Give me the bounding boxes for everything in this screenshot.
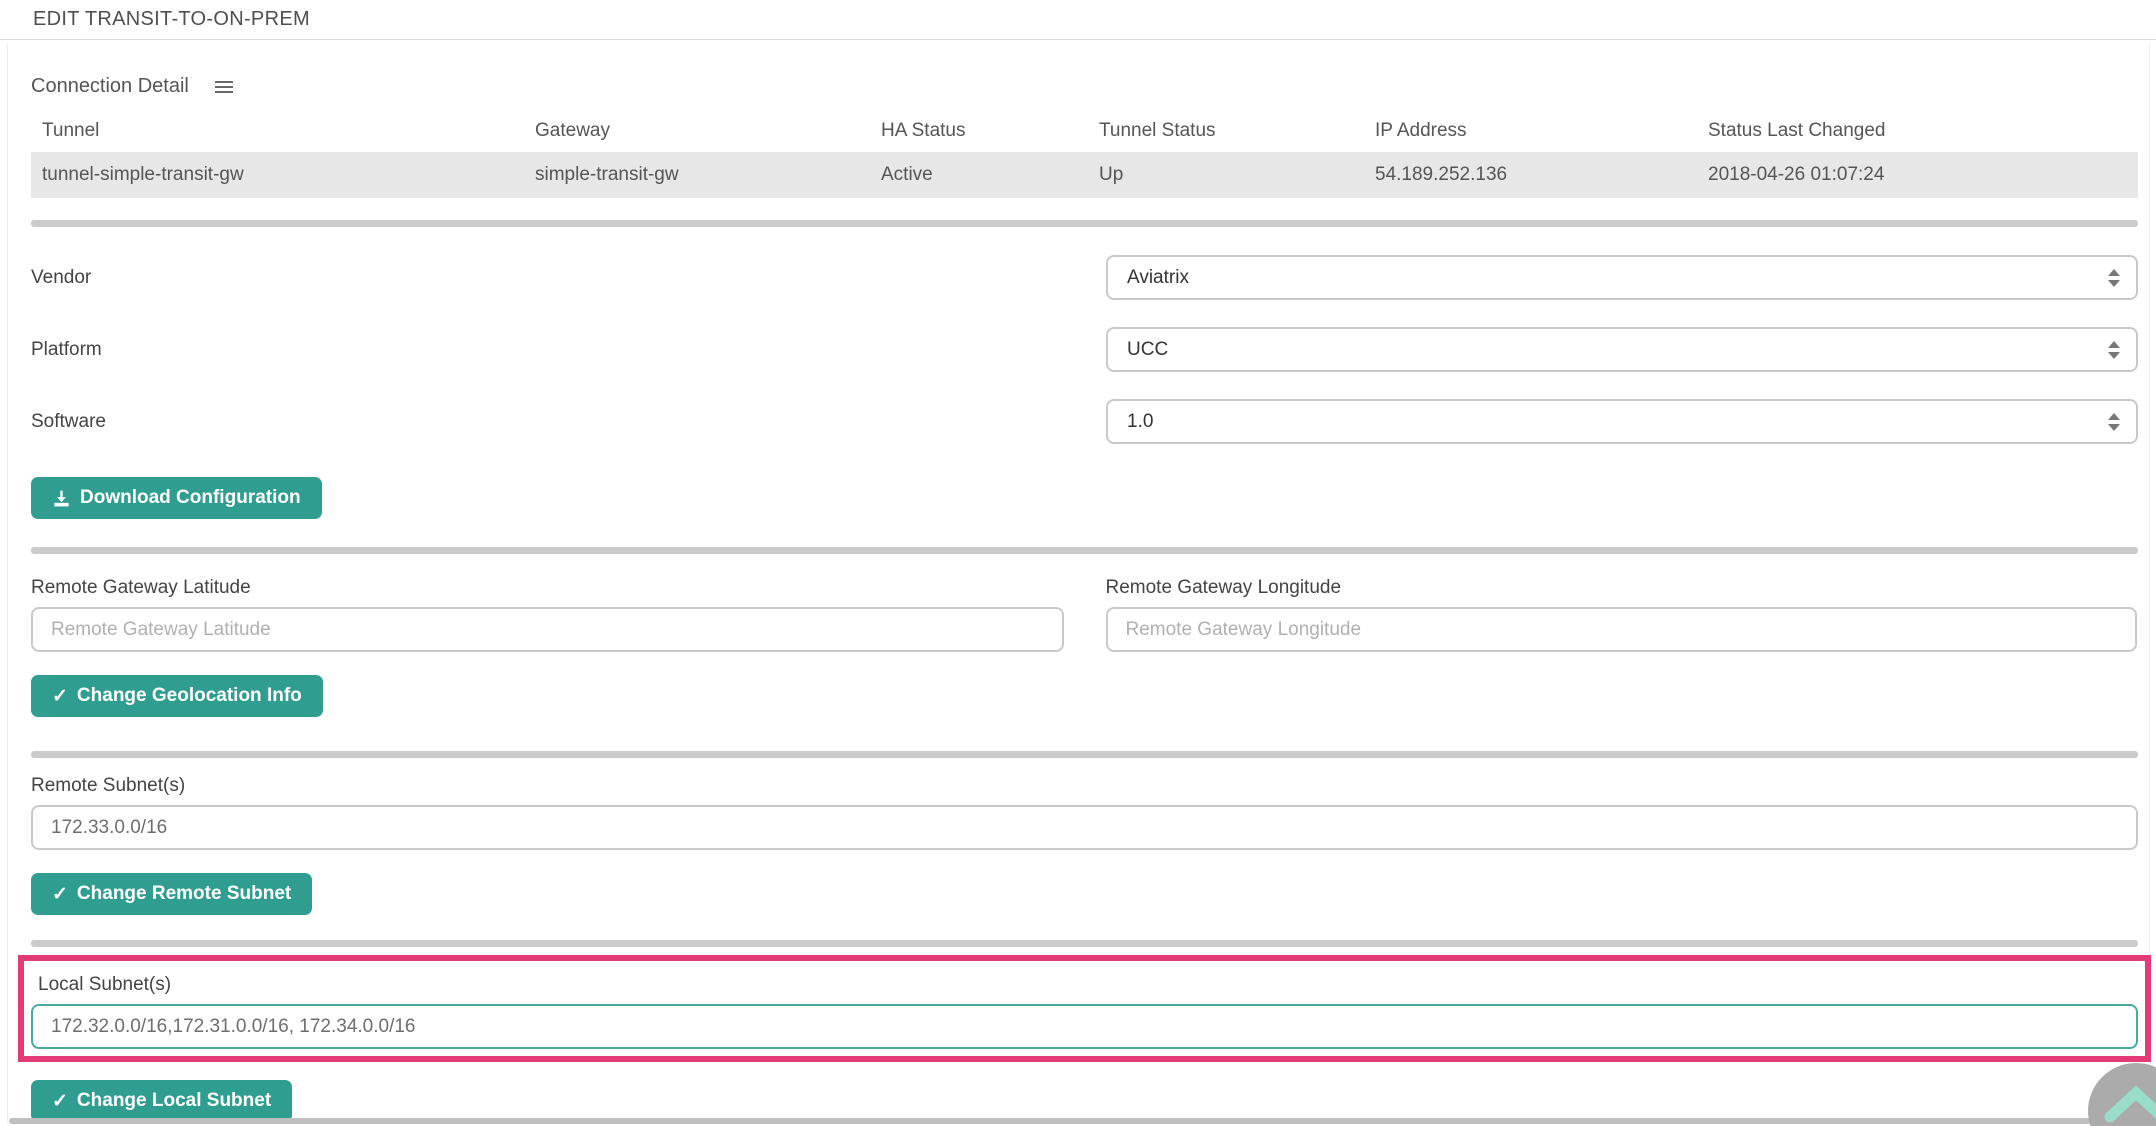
column-header-tunnel: Tunnel <box>31 110 524 152</box>
bottom-divider <box>9 1118 2145 1124</box>
hamburger-icon[interactable] <box>215 81 233 83</box>
page-title: EDIT TRANSIT-TO-ON-PREM <box>33 8 310 31</box>
cell-status-last-changed: 2018-04-26 01:07:24 <box>1697 152 2138 198</box>
column-header-status-last-changed: Status Last Changed <box>1697 110 2138 152</box>
column-header-ha-status: HA Status <box>870 110 1088 152</box>
table-header-row: Tunnel Gateway HA Status Tunnel Status I… <box>31 110 2138 152</box>
platform-row: Platform UCC <box>31 327 2138 372</box>
column-header-ip-address: IP Address <box>1364 110 1697 152</box>
change-geolocation-button[interactable]: ✓ Change Geolocation Info <box>31 675 323 717</box>
remote-subnet-input[interactable] <box>31 805 2138 850</box>
cell-tunnel: tunnel-simple-transit-gw <box>31 152 524 198</box>
change-remote-subnet-button-label: Change Remote Subnet <box>77 883 291 905</box>
cell-ha-status: Active <box>870 152 1088 198</box>
change-local-subnet-button[interactable]: ✓ Change Local Subnet <box>31 1080 292 1122</box>
latitude-input[interactable] <box>31 607 1064 652</box>
check-icon: ✓ <box>52 685 68 708</box>
local-subnet-label: Local Subnet(s) <box>38 974 2138 996</box>
download-configuration-button-label: Download Configuration <box>80 487 301 509</box>
updown-stepper-icon <box>2108 269 2120 287</box>
updown-stepper-icon <box>2108 413 2120 431</box>
cell-gateway: simple-transit-gw <box>524 152 870 198</box>
updown-stepper-icon <box>2108 341 2120 359</box>
page-header: EDIT TRANSIT-TO-ON-PREM <box>0 0 2156 40</box>
column-header-gateway: Gateway <box>524 110 870 152</box>
table-row[interactable]: tunnel-simple-transit-gw simple-transit-… <box>31 152 2138 198</box>
vendor-select-value: Aviatrix <box>1127 267 2108 289</box>
change-local-subnet-button-label: Change Local Subnet <box>77 1090 271 1112</box>
vendor-select[interactable]: Aviatrix <box>1106 255 2138 300</box>
platform-label: Platform <box>31 339 102 361</box>
connection-detail-header: Connection Detail <box>31 75 2137 98</box>
download-icon <box>52 489 71 508</box>
section-divider <box>31 547 2138 554</box>
longitude-input[interactable] <box>1106 607 2138 652</box>
vendor-row: Vendor Aviatrix <box>31 255 2138 300</box>
main-panel: Connection Detail Tunnel Gateway HA Stat… <box>7 44 2150 1122</box>
local-subnet-highlight-box: Local Subnet(s) <box>18 955 2151 1062</box>
longitude-label: Remote Gateway Longitude <box>1106 577 2138 599</box>
connection-detail-heading: Connection Detail <box>31 75 189 98</box>
latitude-field-group: Remote Gateway Latitude <box>31 577 1064 652</box>
platform-select-value: UCC <box>1127 339 2108 361</box>
vendor-label: Vendor <box>31 267 91 289</box>
software-row: Software 1.0 <box>31 399 2138 444</box>
section-divider <box>31 220 2138 227</box>
section-divider <box>31 940 2138 947</box>
platform-select[interactable]: UCC <box>1106 327 2138 372</box>
cell-ip-address: 54.189.252.136 <box>1364 152 1697 198</box>
software-select-value: 1.0 <box>1127 411 2108 433</box>
check-icon: ✓ <box>52 883 68 906</box>
cell-tunnel-status: Up <box>1088 152 1364 198</box>
local-subnet-input[interactable] <box>31 1004 2138 1049</box>
section-divider <box>31 751 2138 758</box>
change-geolocation-button-label: Change Geolocation Info <box>77 685 302 707</box>
geolocation-section: Remote Gateway Latitude Remote Gateway L… <box>31 577 2137 652</box>
software-select[interactable]: 1.0 <box>1106 399 2138 444</box>
connection-table: Tunnel Gateway HA Status Tunnel Status I… <box>31 110 2138 198</box>
remote-subnet-label: Remote Subnet(s) <box>31 775 2137 797</box>
download-configuration-button[interactable]: Download Configuration <box>31 477 322 519</box>
check-icon: ✓ <box>52 1090 68 1113</box>
column-header-tunnel-status: Tunnel Status <box>1088 110 1364 152</box>
latitude-label: Remote Gateway Latitude <box>31 577 1064 599</box>
remote-subnet-section: Remote Subnet(s) <box>31 775 2137 850</box>
software-label: Software <box>31 411 106 433</box>
change-remote-subnet-button[interactable]: ✓ Change Remote Subnet <box>31 873 312 915</box>
longitude-field-group: Remote Gateway Longitude <box>1106 577 2138 652</box>
